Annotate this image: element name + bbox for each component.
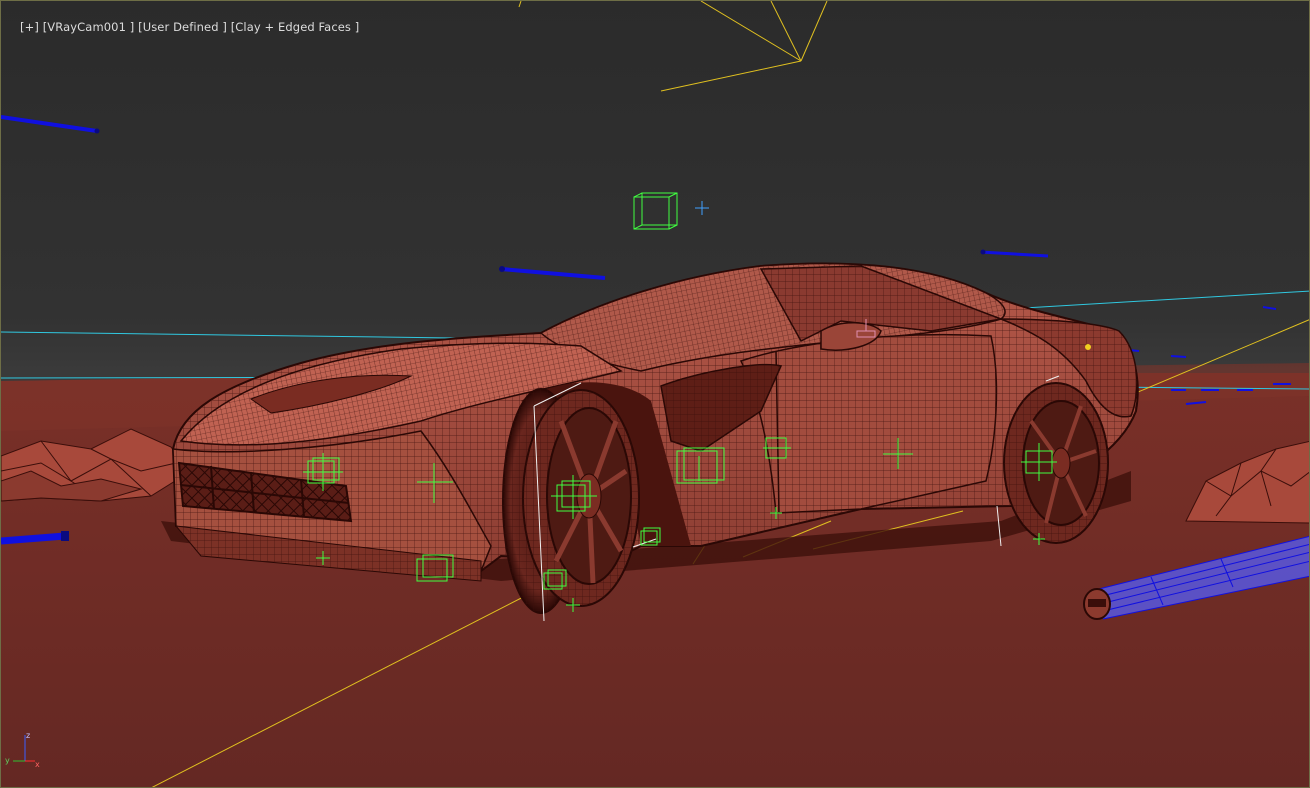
rear-wheel	[1003, 382, 1109, 544]
axis-z-label: z	[26, 731, 30, 740]
axis-y-label: y	[5, 756, 10, 765]
front-wheel	[502, 388, 640, 614]
3d-viewport[interactable]: [+] [VRayCam001 ] [User Defined ] [Clay …	[0, 0, 1310, 788]
viewport-menu-button[interactable]: [+]	[20, 20, 39, 34]
axis-gizmo-icon: z y x	[5, 731, 40, 769]
scene-canvas[interactable]	[1, 1, 1310, 788]
viewport-camera-menu[interactable]: [VRayCam001 ]	[43, 20, 135, 34]
axis-x-label: x	[35, 760, 40, 769]
horizon-line-right	[990, 290, 1309, 311]
light-target-helper[interactable]	[695, 201, 709, 215]
viewport-label[interactable]: [+] [VRayCam001 ] [User Defined ] [Clay …	[5, 6, 359, 48]
viewport-view-menu[interactable]: [User Defined ]	[138, 20, 227, 34]
viewport-shading-menu[interactable]: [Clay + Edged Faces ]	[231, 20, 360, 34]
